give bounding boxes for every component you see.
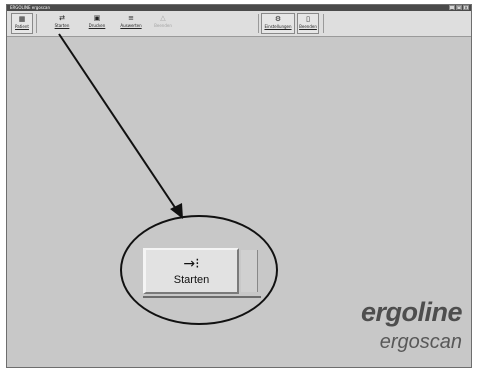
start-button-magnified[interactable]: →⁝ Starten (143, 248, 239, 294)
toolbar-separator (323, 14, 324, 33)
brand-block: ergoline ergoscan (360, 297, 463, 355)
product-name: ergoscan (379, 331, 462, 353)
start-button[interactable]: ⇄ Starten (51, 13, 73, 34)
callout-adjacent-panel (241, 250, 258, 292)
end-button-label: Beenden (154, 23, 172, 28)
start-measurement-icon: →⁝ (183, 256, 200, 272)
settings-icon: ⚙ (274, 15, 282, 23)
patient-button[interactable]: ▦ Patient (11, 13, 33, 34)
exit-button[interactable]: ▯ Beenden (297, 13, 319, 34)
close-button[interactable]: × (463, 5, 469, 10)
main-toolbar: ▦ Patient ⇄ Starten ▣ Drucken ≡ Auswerte… (7, 11, 471, 37)
start-button-label: Starten (54, 23, 70, 28)
save-disk-icon: ▣ (93, 14, 101, 22)
exit-icon: △ (160, 14, 166, 22)
start-icon: ⇄ (59, 14, 65, 22)
evaluate-button-label: Auswerten (120, 23, 142, 28)
print-button-label: Drucken (88, 23, 106, 28)
window-controls: _ □ × (449, 5, 469, 10)
evaluate-icon: ≡ (128, 14, 134, 22)
patient-button-label: Patient (15, 24, 29, 29)
print-button[interactable]: ▣ Drucken (86, 13, 108, 34)
settings-button[interactable]: ⚙ Einstellungen (261, 13, 295, 34)
end-button-disabled[interactable]: △ Beenden (152, 13, 174, 34)
settings-button-label: Einstellungen (264, 24, 292, 29)
patient-icon: ▦ (18, 15, 26, 23)
start-button-magnified-label: Starten (173, 274, 210, 286)
toolbar-separator (258, 14, 259, 33)
door-exit-icon: ▯ (306, 15, 310, 23)
exit-button-label: Beenden (299, 24, 317, 29)
toolbar-separator (36, 14, 37, 33)
maximize-button[interactable]: □ (456, 5, 462, 10)
minimize-button[interactable]: _ (449, 5, 455, 10)
callout-divider (143, 296, 261, 298)
evaluate-button[interactable]: ≡ Auswerten (118, 13, 144, 34)
brand-logo: ergoline (360, 297, 463, 327)
